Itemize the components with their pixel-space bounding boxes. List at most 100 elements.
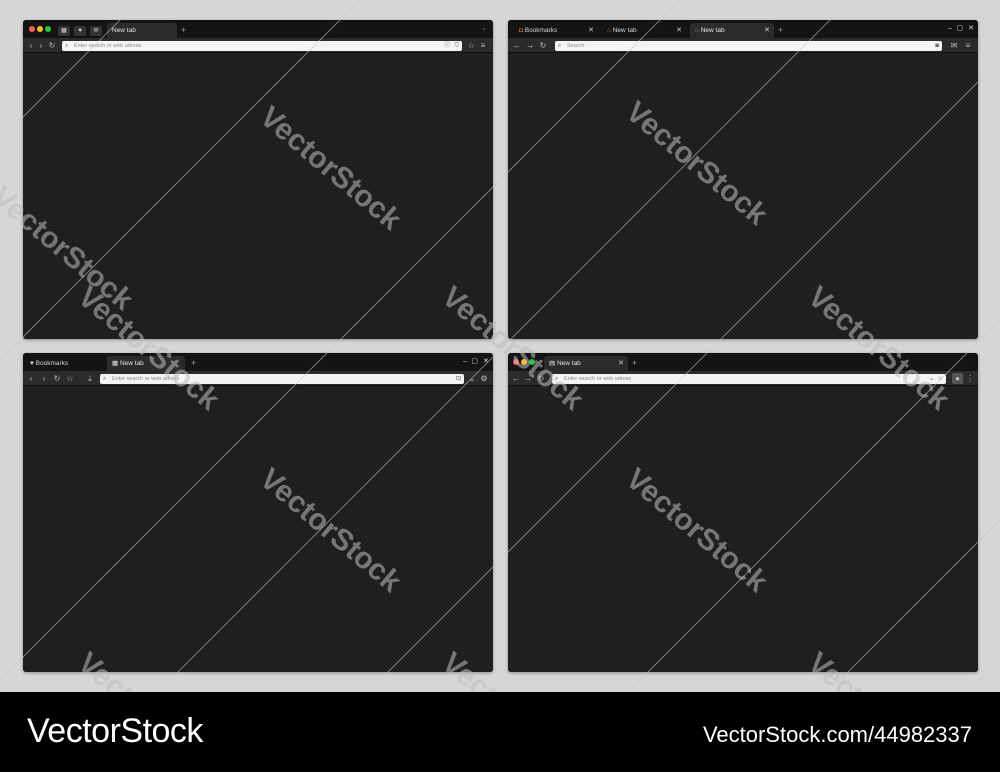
- minimize-icon[interactable]: –: [948, 20, 952, 38]
- forward-icon[interactable]: →: [525, 38, 535, 53]
- address-placeholder: Enter search or web adress: [564, 376, 632, 382]
- search-icon: ⌕: [555, 376, 559, 382]
- tab-bar: ♥ Bookmarks ▦ New tab + – ▢ ✕: [23, 353, 493, 371]
- tab-label: New tab: [556, 360, 581, 367]
- tab-new-2[interactable]: ⌂ New tab ✕: [690, 23, 774, 38]
- new-tab-button[interactable]: +: [191, 356, 196, 371]
- tab-bar: ▤ New tab ✕ +: [508, 353, 978, 371]
- address-bar[interactable]: ⌕ Enter search or web adress ⊡: [100, 374, 464, 384]
- info-icon[interactable]: ⓘ: [444, 41, 450, 51]
- lock-icon[interactable]: ⊡: [456, 374, 461, 384]
- tabs-grid-icon[interactable]: ▦: [58, 26, 70, 36]
- tab-bookmarks[interactable]: ♥ Bookmarks: [25, 356, 105, 371]
- footer-bar: VectorStock VectorStock.com/44982337: [0, 692, 1000, 772]
- back-icon[interactable]: ‹: [26, 371, 36, 386]
- heart-icon[interactable]: ♥: [74, 26, 86, 36]
- grid-icon: ▦: [112, 360, 120, 367]
- maximize-icon[interactable]: ▢: [471, 353, 478, 371]
- kebab-menu-icon[interactable]: ⋮: [965, 371, 975, 386]
- new-tab-button[interactable]: +: [778, 23, 783, 38]
- tab-bar: ▦ ♥ ✉ New tab + ⌄: [23, 20, 493, 38]
- tab-label: Bookmarks: [524, 27, 558, 34]
- brand-logo-text: VectorStock: [27, 712, 203, 750]
- tab-label: Bookmarks: [35, 360, 69, 367]
- page-content: [23, 386, 493, 672]
- forward-icon[interactable]: →: [523, 371, 533, 386]
- reload-icon[interactable]: ↻: [538, 38, 548, 53]
- address-placeholder: Enter search or web adress: [74, 43, 142, 49]
- search-icon: ⌕: [103, 376, 107, 382]
- browser-window-1: ▦ ♥ ✉ New tab + ⌄ ‹ › ↻ ⌕ Enter search o…: [23, 20, 493, 339]
- back-icon[interactable]: ‹: [26, 38, 36, 53]
- menu-icon[interactable]: ≡: [963, 38, 973, 53]
- mail-icon[interactable]: ✉: [90, 26, 102, 36]
- toolbar: ‹ › ↻ ⌕ Enter search or web adress ⓘ ⛉ ☆…: [23, 38, 493, 53]
- tab-label: New tab: [112, 27, 136, 34]
- tab-new-1[interactable]: ⌂ New tab ✕: [602, 23, 686, 38]
- close-tab-icon[interactable]: ✕: [618, 356, 624, 371]
- minimize-dot[interactable]: [37, 26, 43, 32]
- minimize-dot[interactable]: [521, 359, 527, 365]
- back-icon[interactable]: ←: [512, 38, 522, 53]
- close-dot[interactable]: [29, 26, 35, 32]
- close-tab-icon[interactable]: ✕: [676, 23, 682, 38]
- download-icon[interactable]: ⤓: [85, 371, 95, 386]
- close-icon[interactable]: ✕: [968, 20, 974, 38]
- browser-window-4: ▤ New tab ✕ + ← → ↻ ⌕ Enter search or we…: [508, 353, 978, 672]
- page-content: [508, 386, 978, 672]
- toolbar: ← → ↻ ⌕ Search ◙ ✉ ≡: [508, 38, 978, 53]
- tab-new[interactable]: ▤ New tab ✕: [544, 356, 628, 371]
- forward-icon[interactable]: ›: [39, 371, 49, 386]
- tab-label: New tab: [119, 360, 144, 367]
- toolbar: ‹ › ↻ ☆ ⤓ ⌕ Enter search or web adress ⊡…: [23, 371, 493, 386]
- tab-label: New tab: [700, 27, 725, 34]
- address-bar[interactable]: ⌕ Search ◙: [555, 41, 942, 51]
- page-content: [23, 53, 493, 339]
- tab-label: New tab: [612, 27, 637, 34]
- tab-new[interactable]: New tab: [107, 23, 177, 38]
- maximize-dot[interactable]: [529, 359, 535, 365]
- reload-icon[interactable]: ↻: [47, 38, 57, 53]
- address-placeholder: Enter search or web adress: [112, 376, 180, 382]
- gear-icon[interactable]: ⚙: [479, 371, 489, 386]
- address-bar[interactable]: ⌕ Enter search or web adress ⌄ ☆: [552, 374, 946, 384]
- mail-icon[interactable]: ✉: [949, 38, 959, 53]
- maximize-icon[interactable]: ▢: [956, 20, 963, 38]
- minimize-icon[interactable]: –: [463, 353, 467, 371]
- chevron-down-icon[interactable]: ⌄: [481, 20, 487, 38]
- close-tab-icon[interactable]: ✕: [588, 23, 594, 38]
- reload-icon[interactable]: ↻: [52, 371, 62, 386]
- tab-bookmarks[interactable]: ◘ Bookmarks ✕: [514, 23, 598, 38]
- close-tab-icon[interactable]: ✕: [764, 23, 770, 38]
- browser-window-3: ♥ Bookmarks ▦ New tab + – ▢ ✕ ‹ › ↻ ☆ ⤓ …: [23, 353, 493, 672]
- maximize-dot[interactable]: [45, 26, 51, 32]
- address-placeholder: Search: [567, 43, 585, 49]
- star-icon[interactable]: ☆: [65, 371, 75, 386]
- tab-bar: ◘ Bookmarks ✕ ⌂ New tab ✕ ⌂ New tab ✕ + …: [508, 20, 978, 38]
- forward-icon[interactable]: ›: [36, 38, 46, 53]
- star-icon[interactable]: ☆: [938, 374, 943, 384]
- shield-icon[interactable]: ⛉: [454, 41, 459, 51]
- page-content: [508, 53, 978, 339]
- toolbar: ← → ↻ ⌕ Enter search or web adress ⌄ ☆ ●…: [508, 371, 978, 386]
- page-icon: ▤: [549, 360, 557, 367]
- address-bar[interactable]: ⌕ Enter search or web adress ⓘ ⛉: [62, 41, 462, 51]
- camera-icon[interactable]: ◙: [935, 41, 939, 51]
- chevron-down-icon[interactable]: ⌄: [929, 374, 934, 384]
- browser-window-2: ◘ Bookmarks ✕ ⌂ New tab ✕ ⌂ New tab ✕ + …: [508, 20, 978, 339]
- search-icon: ⌕: [558, 43, 562, 49]
- tab-new[interactable]: ▦ New tab: [107, 356, 185, 371]
- image-id-text: VectorStock.com/44982337: [702, 722, 972, 747]
- new-tab-button[interactable]: +: [632, 356, 637, 371]
- search-icon: ⌕: [65, 43, 69, 49]
- avatar[interactable]: ●: [952, 373, 963, 384]
- menu-icon[interactable]: ≡: [478, 38, 488, 53]
- close-dot[interactable]: [513, 359, 519, 365]
- reload-icon[interactable]: ↻: [536, 371, 546, 386]
- canvas: ▦ ♥ ✉ New tab + ⌄ ‹ › ↻ ⌕ Enter search o…: [0, 0, 1000, 692]
- chevron-down-icon[interactable]: ⌄: [467, 371, 477, 386]
- back-icon[interactable]: ←: [511, 371, 521, 386]
- close-icon[interactable]: ✕: [483, 353, 489, 371]
- new-tab-button[interactable]: +: [181, 23, 186, 38]
- star-icon[interactable]: ☆: [466, 38, 476, 53]
